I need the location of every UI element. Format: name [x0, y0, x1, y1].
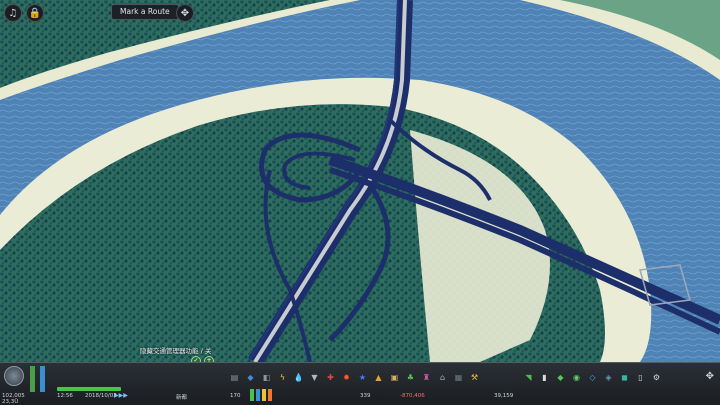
demand-meter [40, 366, 45, 392]
info-icon[interactable]: ◉ [570, 371, 583, 384]
road-tool-icon[interactable]: ▤ [228, 371, 241, 384]
radio-icon[interactable]: ♫ [4, 4, 22, 22]
clock-time: 12:56 [57, 393, 73, 399]
chirper-logo-icon[interactable] [4, 366, 24, 386]
settings-icon[interactable]: ⚙ [650, 371, 663, 384]
move-camera-icon[interactable]: ✥ [706, 371, 714, 382]
happiness-meter [30, 366, 35, 392]
population-value: 339 [360, 393, 371, 399]
garbage-icon[interactable]: ▼ [308, 371, 321, 384]
district-tool-icon[interactable]: ◧ [260, 371, 273, 384]
left-stat-2: 23,3Ü [2, 399, 19, 405]
police-icon[interactable]: ★ [356, 371, 369, 384]
education-icon[interactable]: ▲ [372, 371, 385, 384]
wonder-icon[interactable]: ▦ [452, 371, 465, 384]
health-icon[interactable]: ✚ [324, 371, 337, 384]
cube-icon[interactable]: ◼ [618, 371, 631, 384]
zoning-tool-icon[interactable]: ◆ [244, 371, 257, 384]
area-icon[interactable]: ◆ [554, 371, 567, 384]
beautification-icon[interactable]: ♣ [404, 371, 417, 384]
count-value: 170 [230, 393, 241, 399]
game-speed-button[interactable]: ▶▶▶ [114, 392, 128, 399]
traffic-manager-hint: 隐藏交通管理器功能 / 关 [140, 347, 212, 355]
progress-bar [57, 387, 121, 391]
compass-icon[interactable]: ✥ [176, 4, 194, 22]
bulldozer-icon[interactable]: ⚒ [468, 371, 481, 384]
money-value: 39,159 [494, 393, 514, 399]
fire-icon[interactable]: ✹ [340, 371, 353, 384]
policy-icon[interactable]: ▮ [538, 371, 551, 384]
bottom-toolbar: 102,005 23,3Ü 12:56 2018/10/03 ▶▶▶ 新都 17… [0, 362, 720, 405]
layers-icon[interactable]: ◈ [602, 371, 615, 384]
landscaping-icon[interactable]: ⌂ [436, 371, 449, 384]
water-icon[interactable]: 💧 [292, 371, 305, 384]
right-tool-row: ◥ ▮ ◆ ◉ ◇ ◈ ◼ ▯ ⚙ [522, 371, 663, 387]
lock-icon[interactable]: 🔒 [26, 4, 44, 22]
zone-demand-bars [250, 389, 272, 401]
mark-a-route-button[interactable]: Mark a Route [111, 4, 179, 20]
monument-icon[interactable]: ♜ [420, 371, 433, 384]
clock-date: 2018/10/03 [85, 393, 117, 399]
economy-icon[interactable]: ◥ [522, 371, 535, 384]
electricity-icon[interactable]: ϟ [276, 371, 289, 384]
city-map-viewport[interactable] [0, 0, 720, 405]
district-label: 新都 [176, 395, 188, 401]
income-value: -870,406 [400, 393, 425, 399]
map-icon[interactable]: ◇ [586, 371, 599, 384]
tool-row: ▤ ◆ ◧ ϟ 💧 ▼ ✚ ✹ ★ ▲ ▣ ♣ ♜ ⌂ ▦ ⚒ [228, 371, 481, 387]
chart-icon[interactable]: ▯ [634, 371, 647, 384]
transport-icon[interactable]: ▣ [388, 371, 401, 384]
